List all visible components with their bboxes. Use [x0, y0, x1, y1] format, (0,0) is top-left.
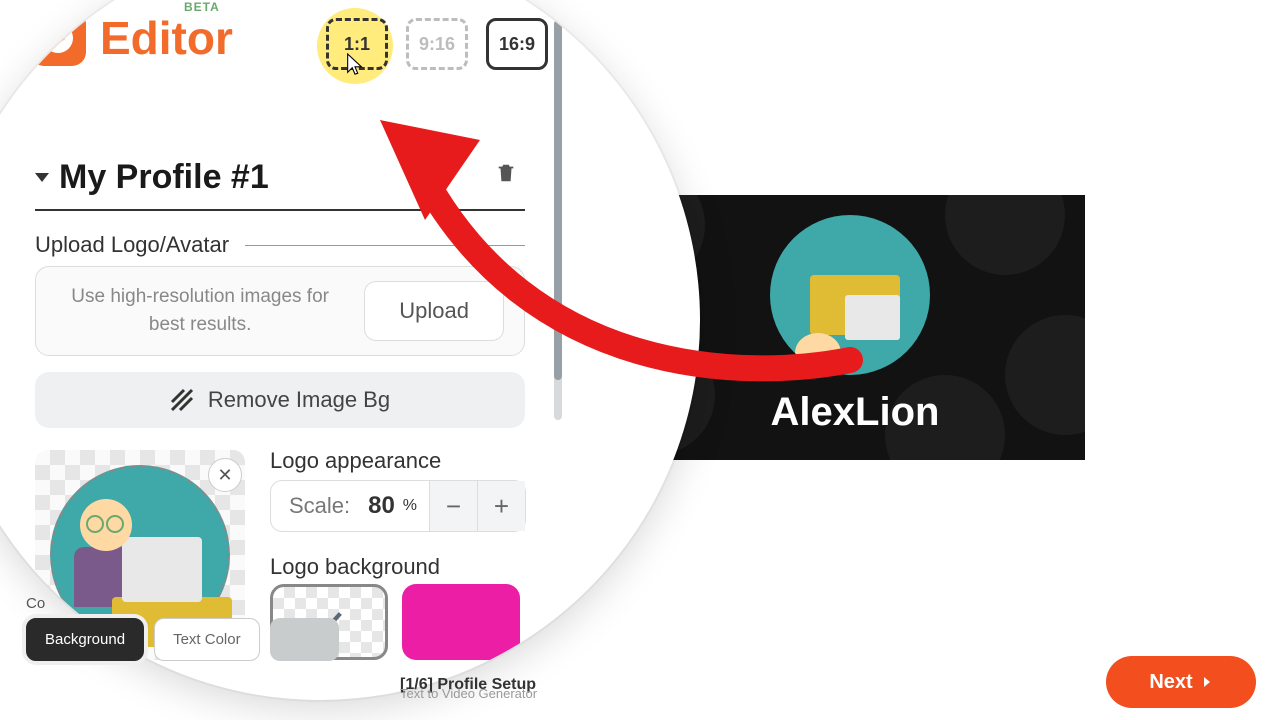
upload-button[interactable]: Upload: [364, 281, 504, 341]
remove-bg-label: Remove Image Bg: [208, 387, 390, 413]
upload-box: Use high-resolution images for best resu…: [35, 266, 525, 356]
preview-avatar: [770, 215, 930, 375]
wizard-footer: [1/6] Profile Setup Text to Video Genera…: [400, 660, 1256, 710]
scale-unit: %: [403, 497, 417, 515]
chevron-right-icon: [1201, 676, 1213, 688]
appearance-label: Logo appearance: [270, 448, 441, 474]
hatch-icon: [170, 388, 194, 412]
delete-profile-icon[interactable]: [495, 162, 517, 186]
ratio-16-9-button[interactable]: 16:9: [486, 18, 548, 70]
bg-swatch-color[interactable]: [402, 584, 520, 660]
beta-badge: BETA: [184, 0, 220, 14]
scale-increase-button[interactable]: +: [477, 481, 525, 531]
chip-third[interactable]: [270, 618, 339, 661]
next-button[interactable]: Next: [1106, 656, 1256, 708]
color-section-prefix: Co: [26, 595, 45, 612]
logo-bg-label: Logo background: [270, 554, 440, 580]
remove-bg-button[interactable]: Remove Image Bg: [35, 372, 525, 428]
chip-text-color[interactable]: Text Color: [154, 618, 260, 661]
collapse-caret-icon[interactable]: [35, 173, 49, 182]
avatar-remove-button[interactable]: ✕: [208, 458, 242, 492]
section-title: My Profile #1: [59, 158, 269, 197]
scale-label: Scale:: [271, 493, 368, 519]
scale-control: Scale: 80 % − +: [270, 480, 526, 532]
upload-section-label: Upload Logo/Avatar: [35, 232, 229, 258]
ratio-9-16-button[interactable]: 9:16: [406, 18, 468, 70]
app-name: Editor: [100, 11, 233, 65]
next-label: Next: [1149, 671, 1192, 694]
scale-decrease-button[interactable]: −: [429, 481, 477, 531]
upload-hint: Use high-resolution images for best resu…: [56, 283, 344, 340]
editor-panel-lens: Editor BETA 1:1 9:16 16:9 My Profile #1 …: [0, 0, 700, 700]
app-logo-icon: [30, 10, 86, 66]
color-target-chips: Background Text Color: [26, 618, 339, 661]
panel-scrollbar[interactable]: [554, 20, 562, 420]
step-subtitle: Text to Video Generator: [400, 686, 537, 701]
pointer-cursor-icon: [344, 52, 366, 78]
app-header: Editor: [30, 10, 233, 66]
section-header[interactable]: My Profile #1: [35, 158, 525, 211]
chip-background[interactable]: Background: [26, 618, 144, 661]
